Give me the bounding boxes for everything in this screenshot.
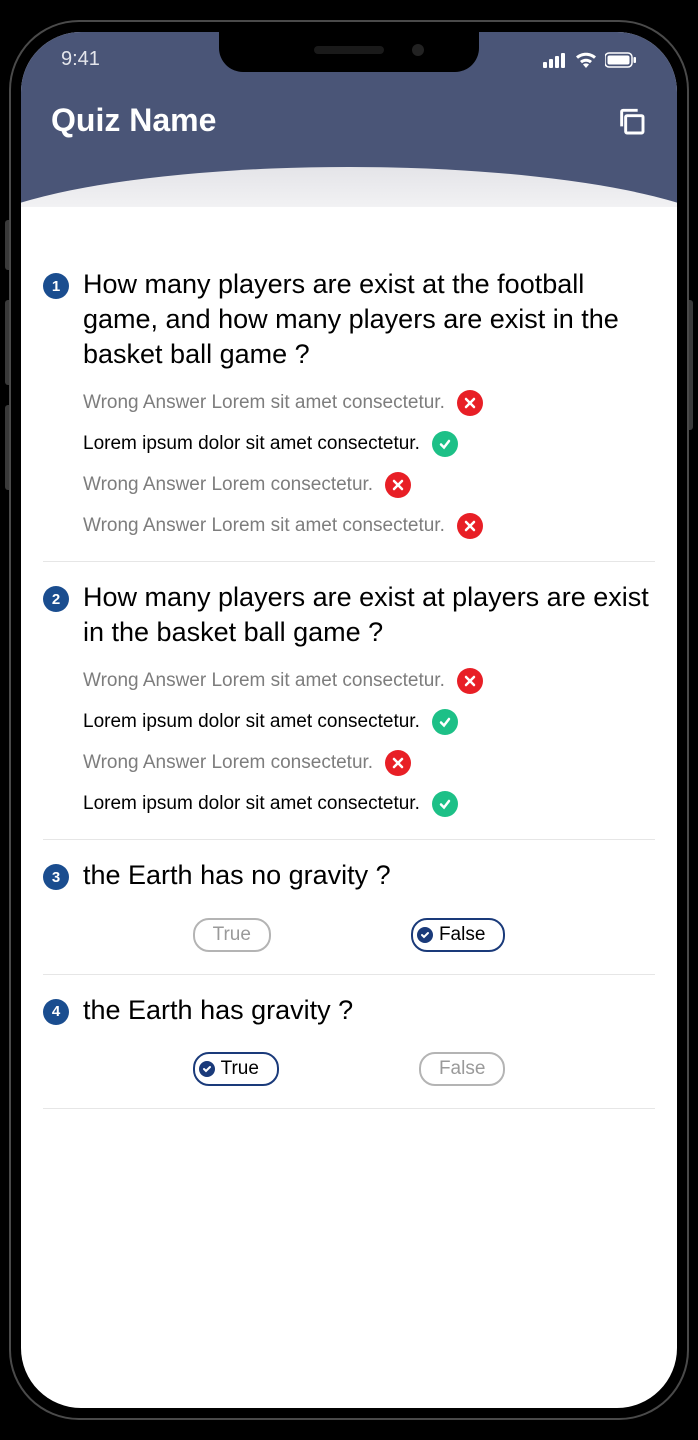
true-button[interactable]: True <box>193 918 271 952</box>
volume-up <box>5 300 9 385</box>
correct-icon <box>432 431 458 457</box>
answer-text: Wrong Answer Lorem consectetur. <box>83 752 373 774</box>
question-block: 3 the Earth has no gravity ? True False <box>43 858 655 974</box>
question-number: 2 <box>43 586 69 612</box>
answer-text: Wrong Answer Lorem sit amet consectetur. <box>83 392 445 414</box>
answer-row[interactable]: Wrong Answer Lorem sit amet consectetur. <box>83 668 655 694</box>
answer-text: Lorem ipsum dolor sit amet consectetur. <box>83 711 420 733</box>
correct-icon <box>432 791 458 817</box>
status-right <box>543 52 637 68</box>
wrong-icon <box>457 390 483 416</box>
question-text: How many players are exist at the footba… <box>83 267 655 372</box>
copy-icon[interactable] <box>615 105 647 137</box>
question-text: the Earth has no gravity ? <box>83 858 391 893</box>
question-text: How many players are exist at players ar… <box>83 580 655 650</box>
false-label: False <box>439 924 485 946</box>
answer-text: Lorem ipsum dolor sit amet consectetur. <box>83 433 420 455</box>
false-label: False <box>439 1058 485 1080</box>
mute-switch <box>5 220 9 270</box>
question-number: 4 <box>43 999 69 1025</box>
battery-icon <box>605 52 637 68</box>
status-time: 9:41 <box>61 48 100 71</box>
true-false-row: True False <box>43 1046 655 1086</box>
true-false-row: True False <box>43 912 655 952</box>
power-button <box>689 300 693 430</box>
check-icon <box>417 927 433 943</box>
notch <box>219 32 479 72</box>
question-block: 1 How many players are exist at the footb… <box>43 267 655 562</box>
question-number: 1 <box>43 273 69 299</box>
false-button[interactable]: False <box>419 1052 505 1086</box>
answer-text: Wrong Answer Lorem consectetur. <box>83 474 373 496</box>
phone-frame: 9:41 Quiz Name 1 How many players are exi… <box>9 20 689 1420</box>
question-block: 2 How many players are exist at players a… <box>43 580 655 840</box>
signal-icon <box>543 52 567 68</box>
page-title: Quiz Name <box>51 102 216 139</box>
correct-icon <box>432 709 458 735</box>
check-icon <box>199 1061 215 1077</box>
answer-row[interactable]: Lorem ipsum dolor sit amet consectetur. <box>83 709 655 735</box>
false-button[interactable]: False <box>411 918 505 952</box>
answers-list: Wrong Answer Lorem sit amet consectetur.… <box>43 668 655 817</box>
answers-list: Wrong Answer Lorem sit amet consectetur.… <box>43 390 655 539</box>
question-block: 4 the Earth has gravity ? True False <box>43 993 655 1109</box>
answer-text: Lorem ipsum dolor sit amet consectetur. <box>83 793 420 815</box>
wrong-icon <box>385 472 411 498</box>
volume-down <box>5 405 9 490</box>
wrong-icon <box>457 668 483 694</box>
content: 1 How many players are exist at the footb… <box>21 207 677 1147</box>
answer-row[interactable]: Wrong Answer Lorem sit amet consectetur. <box>83 513 655 539</box>
true-label: True <box>213 924 251 946</box>
true-button[interactable]: True <box>193 1052 279 1086</box>
wifi-icon <box>575 52 597 68</box>
question-text: the Earth has gravity ? <box>83 993 353 1028</box>
answer-row[interactable]: Wrong Answer Lorem consectetur. <box>83 472 655 498</box>
question-number: 3 <box>43 864 69 890</box>
phone-screen: 9:41 Quiz Name 1 How many players are exi… <box>21 32 677 1408</box>
true-label: True <box>221 1058 259 1080</box>
wrong-icon <box>385 750 411 776</box>
answer-text: Wrong Answer Lorem sit amet consectetur. <box>83 670 445 692</box>
answer-row[interactable]: Lorem ipsum dolor sit amet consectetur. <box>83 431 655 457</box>
answer-text: Wrong Answer Lorem sit amet consectetur. <box>83 515 445 537</box>
answer-row[interactable]: Lorem ipsum dolor sit amet consectetur. <box>83 791 655 817</box>
answer-row[interactable]: Wrong Answer Lorem sit amet consectetur. <box>83 390 655 416</box>
answer-row[interactable]: Wrong Answer Lorem consectetur. <box>83 750 655 776</box>
wrong-icon <box>457 513 483 539</box>
